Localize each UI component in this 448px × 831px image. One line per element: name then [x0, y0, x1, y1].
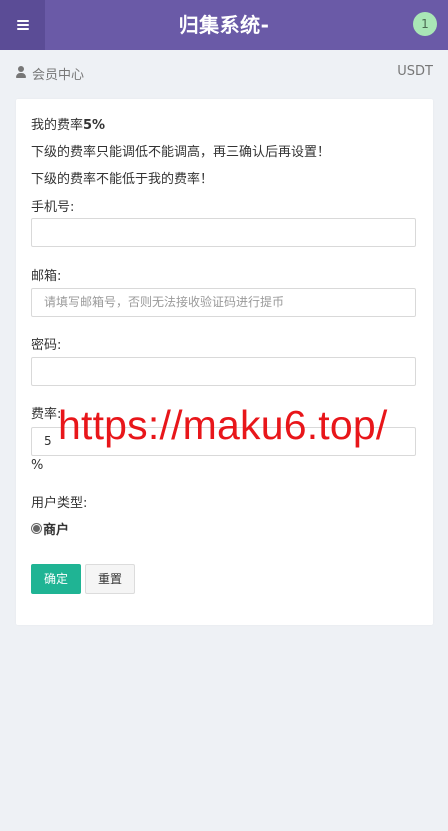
rate-label: 费率: [31, 407, 62, 422]
phone-label: 手机号: [31, 200, 75, 215]
form-card: 我的费率5% 下级的费率只能调低不能调高，再三确认后再设置！ 下级的费率不能低于… [16, 99, 433, 625]
email-input[interactable]: 请填写邮箱号，否则无法接收验证码进行提币 [31, 288, 416, 317]
rate-notice-2: 下级的费率不能低于我的费率！ [31, 172, 214, 187]
user-type-option-label: 商户 [43, 523, 70, 538]
confirm-button[interactable]: 确定 [31, 564, 81, 594]
phone-input[interactable] [31, 218, 416, 247]
breadcrumb-label[interactable]: 会员中心 [32, 64, 84, 83]
radio-checked-icon [31, 523, 42, 534]
breadcrumb: 会员中心 USDT [0, 60, 448, 86]
top-navbar: 归集系统- 1 [0, 0, 448, 50]
password-input[interactable] [31, 357, 416, 386]
user-type-radio-merchant[interactable]: 商户 [31, 519, 69, 538]
notification-badge[interactable]: 1 [413, 12, 437, 36]
rate-notice-1: 下级的费率只能调低不能调高，再三确认后再设置！ [31, 145, 331, 160]
user-type-label: 用户类型: [31, 496, 88, 511]
password-label: 密码: [31, 338, 62, 353]
my-rate-label: 我的费率 [31, 118, 84, 133]
rate-unit: % [31, 458, 44, 473]
app-title: 归集系统- [178, 13, 270, 37]
user-icon [16, 66, 26, 78]
my-rate-value: 5% [83, 118, 106, 133]
watermark-url: https://maku6.top/ [58, 402, 388, 448]
reset-button[interactable]: 重置 [85, 564, 135, 594]
my-rate-line: 我的费率5% [31, 114, 105, 133]
currency-label: USDT [397, 64, 433, 79]
email-label: 邮箱: [31, 269, 62, 284]
